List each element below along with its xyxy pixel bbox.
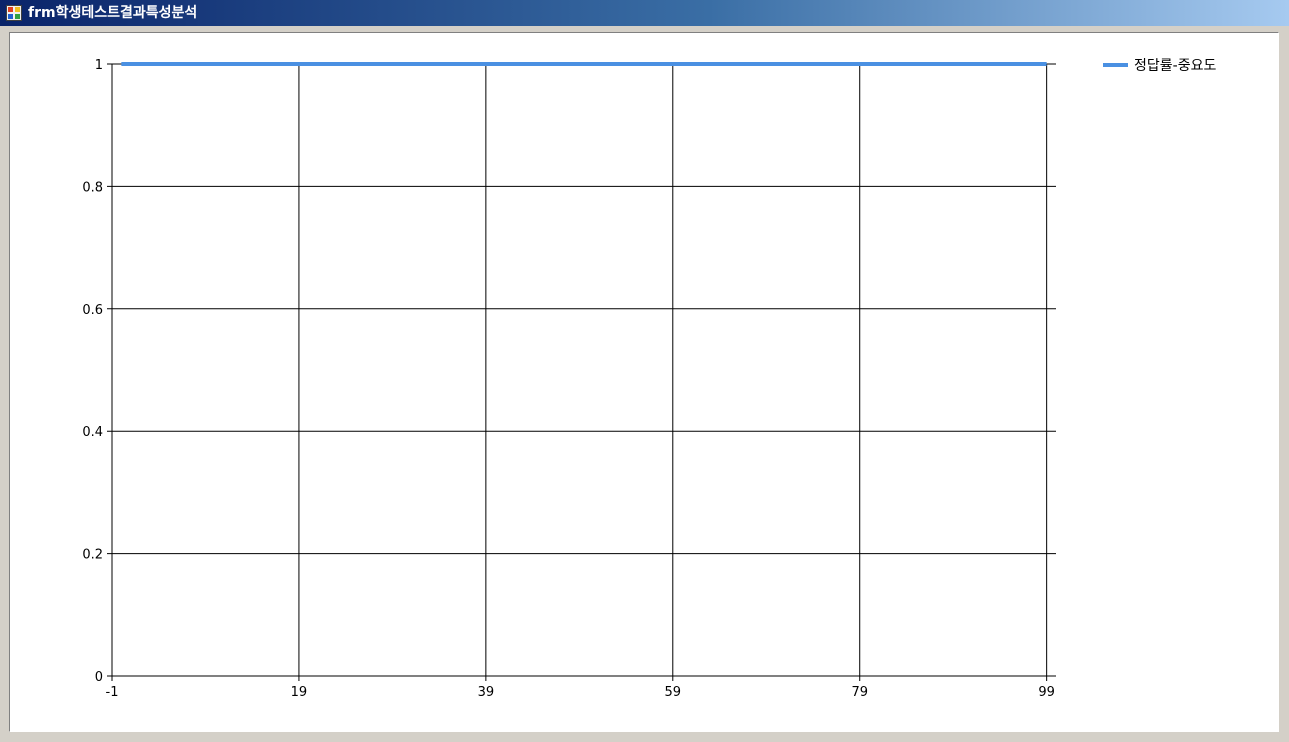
window-title: frm학생테스트결과특성분석	[28, 5, 198, 21]
x-tick-label: 59	[665, 685, 682, 700]
x-tick-label: -1	[106, 685, 119, 700]
chart-panel: -1 19 39 59 79 99 0 0.2 0.4 0.6 0.8 1 정답률-중요도	[9, 32, 1279, 732]
x-tick-label: 99	[1038, 685, 1055, 700]
title-bar[interactable]: frm학생테스트결과특성분석	[0, 0, 1289, 26]
axes	[111, 64, 1056, 677]
y-tick-label: 0.4	[82, 425, 103, 440]
line-chart: -1 19 39 59 79 99 0 0.2 0.4 0.6 0.8 1 정답률-중요도	[82, 58, 1216, 700]
legend-label: 정답률-중요도	[1134, 58, 1216, 74]
x-tick-label: 19	[291, 685, 308, 700]
y-tick-label: 0.6	[82, 303, 103, 318]
x-tick-label: 79	[851, 685, 868, 700]
legend: 정답률-중요도	[1103, 58, 1216, 74]
x-tick-label: 39	[478, 685, 495, 700]
y-tick-label: 0	[95, 670, 103, 685]
y-tick-label: 0.2	[82, 548, 103, 563]
y-tick-label: 1	[95, 58, 103, 73]
tick-labels: -1 19 39 59 79 99 0 0.2 0.4 0.6 0.8 1	[82, 58, 1055, 700]
form-app-icon	[6, 5, 22, 21]
y-tick-label: 0.8	[82, 180, 103, 195]
grid-lines	[107, 63, 1056, 681]
